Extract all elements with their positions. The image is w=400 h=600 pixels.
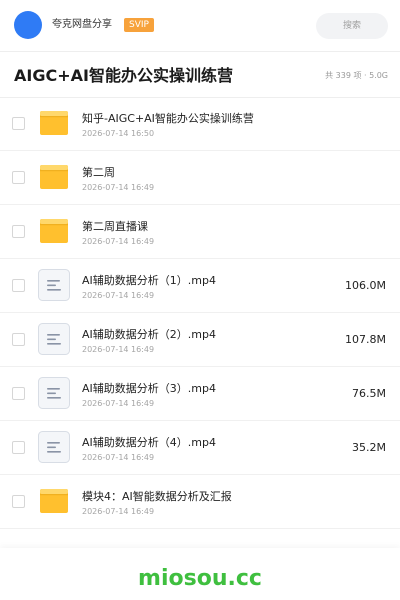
file-size: 76.5M	[352, 387, 386, 400]
folder-icon	[38, 161, 70, 193]
file-name: 模块4：AI智能数据分析及汇报	[82, 490, 232, 503]
file-date: 2026-07-14 16:49	[82, 399, 155, 408]
svip-badge: SVIP	[124, 18, 154, 32]
folder-icon	[38, 485, 70, 517]
file-date: 2026-07-14 16:49	[82, 237, 155, 246]
file-date: 2026-07-14 16:50	[82, 129, 155, 138]
file-date: 2026-07-14 16:49	[82, 507, 155, 516]
list-item[interactable]: 第二周直播课 2026-07-14 16:49	[0, 205, 400, 259]
select-checkbox[interactable]	[12, 333, 25, 346]
list-item[interactable]: 第二周 2026-07-14 16:49	[0, 151, 400, 205]
select-checkbox[interactable]	[12, 225, 25, 238]
file-size: 35.2M	[352, 441, 386, 454]
file-date: 2026-07-14 16:49	[82, 453, 155, 462]
file-name: 第二周直播课	[82, 220, 148, 233]
list-item[interactable]: AI辅助数据分析（4）.mp4 2026-07-14 16:49 35.2M	[0, 421, 400, 475]
file-date: 2026-07-14 16:49	[82, 183, 155, 192]
file-size: 107.8M	[345, 333, 386, 346]
file-name: AI辅助数据分析（2）.mp4	[82, 328, 216, 341]
select-checkbox[interactable]	[12, 387, 25, 400]
file-date: 2026-07-14 16:49	[82, 345, 155, 354]
item-summary: 共 339 项 · 5.0G	[325, 71, 388, 80]
top-bar: 夸克网盘分享 SVIP	[0, 0, 400, 52]
file-name: 第二周	[82, 166, 115, 179]
page-title: AIGC+AI智能办公实操训练营	[14, 66, 233, 85]
video-file-icon	[38, 377, 70, 409]
list-item[interactable]: 知乎-AIGC+AI智能办公实操训练营 2026-07-14 16:50	[0, 97, 400, 151]
watermark: miosou.cc	[138, 566, 262, 591]
folder-header: AIGC+AI智能办公实操训练营 共 339 项 · 5.0G	[0, 52, 400, 98]
file-size: 106.0M	[345, 279, 386, 292]
list-item[interactable]: AI辅助数据分析（3）.mp4 2026-07-14 16:49 76.5M	[0, 367, 400, 421]
list-item[interactable]: 模块4：AI智能数据分析及汇报 2026-07-14 16:49	[0, 475, 400, 529]
select-checkbox[interactable]	[12, 279, 25, 292]
video-file-icon	[38, 323, 70, 355]
video-file-icon	[38, 269, 70, 301]
folder-icon	[38, 107, 70, 139]
file-name: AI辅助数据分析（4）.mp4	[82, 436, 216, 449]
file-date: 2026-07-14 16:49	[82, 291, 155, 300]
select-checkbox[interactable]	[12, 171, 25, 184]
file-name: 知乎-AIGC+AI智能办公实操训练营	[82, 112, 254, 125]
avatar[interactable]	[14, 11, 42, 39]
select-checkbox[interactable]	[12, 495, 25, 508]
file-name: AI辅助数据分析（3）.mp4	[82, 382, 216, 395]
select-checkbox[interactable]	[12, 441, 25, 454]
file-list: 知乎-AIGC+AI智能办公实操训练营 2026-07-14 16:50 第二周 20…	[0, 97, 400, 529]
select-checkbox[interactable]	[12, 117, 25, 130]
user-name[interactable]: 夸克网盘分享	[52, 19, 112, 31]
list-item[interactable]: AI辅助数据分析（2）.mp4 2026-07-14 16:49 107.8M	[0, 313, 400, 367]
file-name: AI辅助数据分析（1）.mp4	[82, 274, 216, 287]
video-file-icon	[38, 431, 70, 463]
search-input[interactable]	[316, 13, 388, 39]
list-item[interactable]: AI辅助数据分析（1）.mp4 2026-07-14 16:49 106.0M	[0, 259, 400, 313]
folder-icon	[38, 215, 70, 247]
